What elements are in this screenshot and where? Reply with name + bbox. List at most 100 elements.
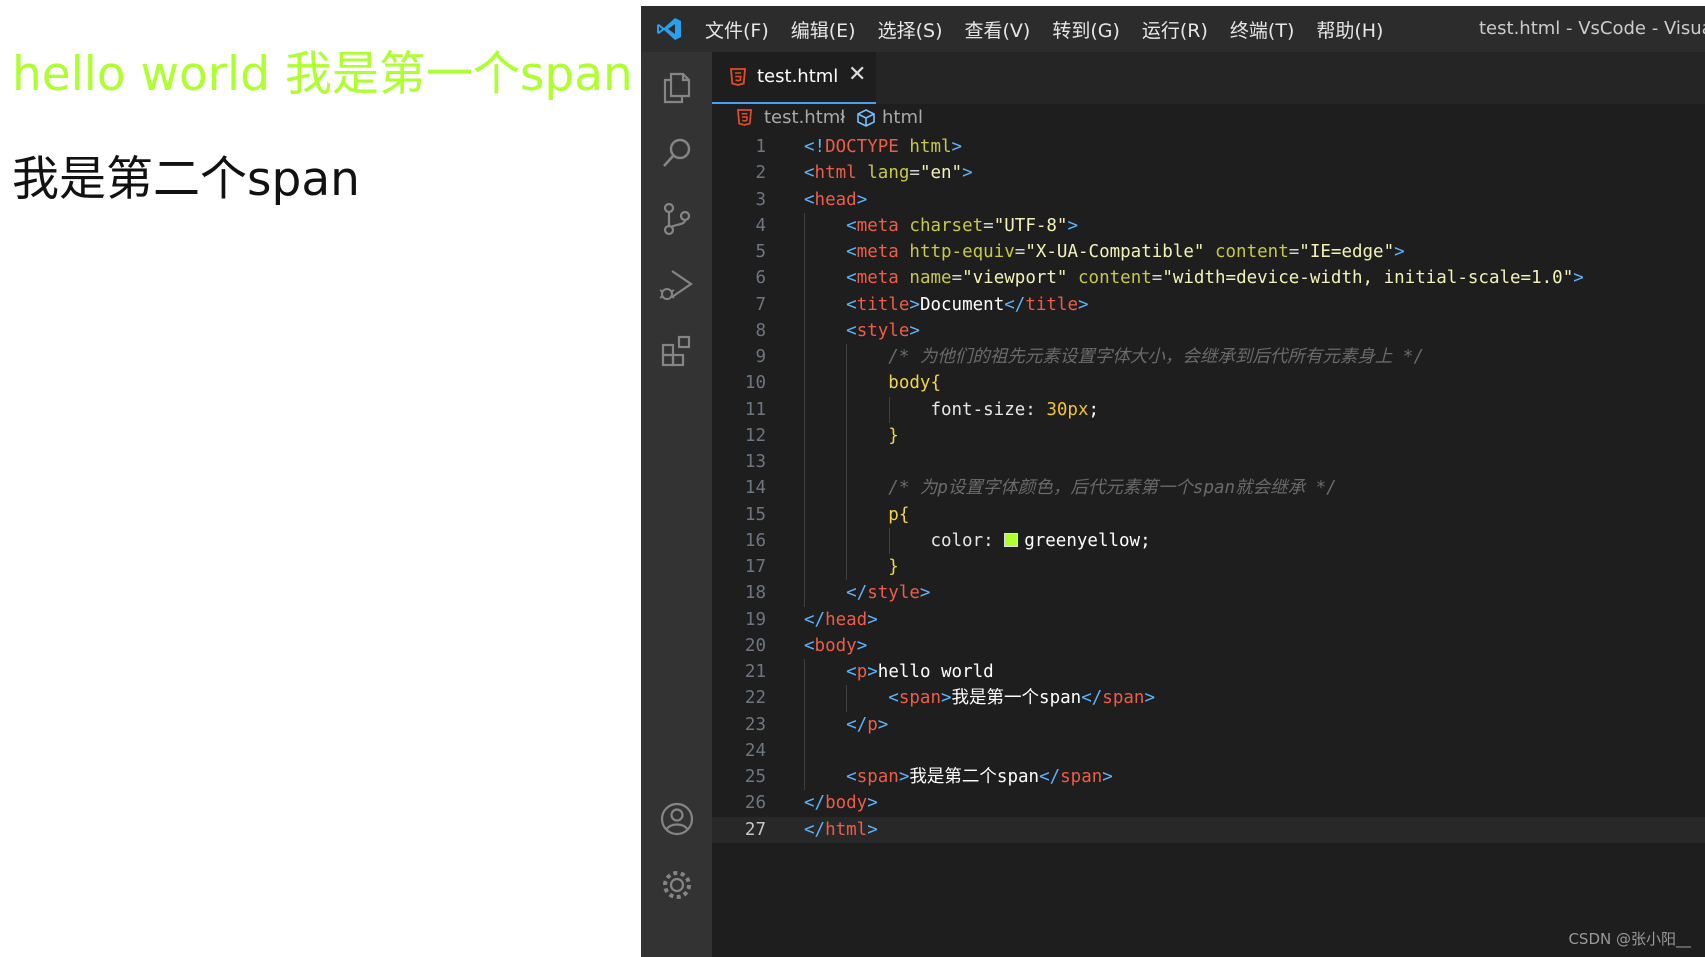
account-icon[interactable] <box>658 800 696 838</box>
breadcrumb-node[interactable]: html <box>882 107 923 128</box>
indent-guide <box>846 685 848 712</box>
line-number: 1 <box>755 137 766 157</box>
menu-item[interactable]: 编辑(E) <box>791 16 856 43</box>
code-text: /* 为p设置字体颜色，后代元素第一个span就会继承 */ <box>804 478 1337 499</box>
breadcrumb-file[interactable]: test.html <box>764 107 845 128</box>
code-line[interactable]: 14 /* 为p设置字体颜色，后代元素第一个span就会继承 */ <box>712 475 1705 501</box>
code-line[interactable]: 19 </head> <box>712 607 1705 633</box>
preview-paragraph-text: hello world <box>12 47 285 102</box>
code-line[interactable]: 6 <meta name="viewport" content="width=d… <box>712 265 1705 291</box>
settings-gear-icon[interactable] <box>658 866 696 904</box>
menu-item[interactable]: 选择(S) <box>878 16 943 43</box>
menu-item[interactable]: 帮助(H) <box>1316 16 1383 43</box>
code-line[interactable]: 22 <span>我是第一个span</span> <box>712 685 1705 711</box>
line-number: 11 <box>744 399 766 420</box>
line-number: 7 <box>755 294 766 315</box>
line-number: 3 <box>755 189 766 210</box>
tab-close-icon[interactable]: ✕ <box>848 62 866 87</box>
line-number: 17 <box>744 557 766 577</box>
code-text: body{ <box>888 373 941 394</box>
code-line[interactable]: 7 <title>Document</title> <box>712 292 1705 318</box>
line-number: 2 <box>755 163 766 184</box>
window-title: test.html - VsCode - Visual S <box>1479 18 1705 39</box>
line-number: 22 <box>744 688 766 709</box>
code-line[interactable]: 16 color: greenyellow; <box>712 528 1705 554</box>
tab-test-html[interactable]: test.html ✕ <box>712 52 876 104</box>
code-line[interactable]: 23 </p> <box>712 712 1705 738</box>
code-text: </html> <box>804 819 878 840</box>
line-number: 6 <box>755 268 766 289</box>
code-line[interactable]: 20 <body> <box>712 633 1705 659</box>
code-text: } <box>888 425 899 446</box>
line-number: 18 <box>744 583 766 604</box>
run-debug-icon[interactable] <box>658 266 696 304</box>
preview-second-span: 我是第二个span <box>12 152 360 207</box>
vscode-window: 文件(F) 编辑(E) 选择(S) 查看(V) 转到(G) 运行(R) 终端(T) 帮助(H)… <box>641 6 1705 957</box>
menu-item[interactable]: 文件(F) <box>705 16 769 43</box>
tab-bar: test.html ✕ <box>712 52 1705 104</box>
color-swatch-icon[interactable] <box>1004 532 1019 547</box>
code-editor[interactable]: 1 <!DOCTYPE html> 2 <html lang="en"> 3 <head>… <box>712 134 1705 957</box>
code-text: <style> <box>846 320 920 341</box>
code-line[interactable]: 5 <meta http-equiv="X-UA-Compatible" con… <box>712 239 1705 265</box>
code-text: </head> <box>804 609 878 630</box>
element-cube-icon <box>857 109 875 127</box>
line-number: 24 <box>744 740 766 761</box>
line-number: 13 <box>744 452 766 472</box>
code-text: <p>hello world <box>846 662 994 682</box>
code-line[interactable]: 25 <span>我是第二个span</span> <box>712 764 1705 790</box>
menu-item[interactable]: 转到(G) <box>1052 16 1120 43</box>
line-number: 25 <box>744 767 766 787</box>
breadcrumb: test.html › html <box>712 104 1705 134</box>
menu-item[interactable]: 终端(T) <box>1230 16 1294 43</box>
code-line[interactable]: 10 body{ <box>712 370 1705 396</box>
activity-bar <box>641 52 712 957</box>
code-line[interactable]: 12 } <box>712 423 1705 449</box>
code-text: color: greenyellow; <box>930 530 1151 551</box>
code-line[interactable]: 8 <style> <box>712 318 1705 344</box>
line-number: 19 <box>744 609 766 630</box>
line-number: 12 <box>744 425 766 446</box>
code-line[interactable]: 18 </style> <box>712 580 1705 606</box>
line-number: 14 <box>744 478 766 499</box>
html5-icon <box>737 109 752 126</box>
extensions-icon[interactable] <box>658 332 696 370</box>
code-line[interactable]: 4 <meta charset="UTF-8"> <box>712 213 1705 239</box>
line-number: 9 <box>755 347 766 367</box>
code-line[interactable]: 9 /* 为他们的祖先元素设置字体大小，会继承到后代所有元素身上 */ <box>712 344 1705 370</box>
code-line[interactable]: 2 <html lang="en"> <box>712 160 1705 186</box>
menu-item[interactable]: 运行(R) <box>1142 16 1208 43</box>
code-line[interactable]: 15 p{ <box>712 502 1705 528</box>
code-text: <head> <box>804 189 868 210</box>
indent-guide <box>888 527 890 554</box>
html5-icon <box>730 68 746 86</box>
code-text: <meta http-equiv="X-UA-Compatible" conte… <box>846 242 1405 262</box>
code-text: <span>我是第二个span</span> <box>846 767 1113 787</box>
line-number: 10 <box>744 373 766 394</box>
menu-bar: 文件(F) 编辑(E) 选择(S) 查看(V) 转到(G) 运行(R) 终端(T) 帮助(H) <box>705 6 1405 52</box>
code-text: </body> <box>804 793 878 814</box>
line-number: 4 <box>755 215 766 236</box>
code-line[interactable]: 11 font-size: 30px; <box>712 397 1705 423</box>
line-number: 16 <box>744 530 766 551</box>
menu-item[interactable]: 查看(V) <box>965 16 1031 43</box>
code-line[interactable]: 21 <p>hello world <box>712 659 1705 685</box>
code-line[interactable]: 1 <!DOCTYPE html> <box>712 134 1705 160</box>
preview-paragraph: hello world 我是第一个span <box>12 40 633 110</box>
code-line[interactable]: 17 } <box>712 554 1705 580</box>
code-text: font-size: 30px; <box>930 399 1100 420</box>
indent-guide <box>888 396 890 423</box>
code-line[interactable]: 26 </body> <box>712 790 1705 816</box>
source-control-icon[interactable] <box>658 200 696 238</box>
code-line[interactable]: 24 <box>712 738 1705 764</box>
line-number: 8 <box>755 320 766 341</box>
search-icon[interactable] <box>658 134 696 172</box>
code-line[interactable]: 27 </html> <box>712 816 1705 843</box>
indent-guide <box>804 212 805 607</box>
explorer-icon[interactable] <box>658 68 696 106</box>
code-line[interactable]: 3 <head> <box>712 187 1705 213</box>
code-line[interactable]: 13 <box>712 449 1705 475</box>
code-text: } <box>888 557 899 577</box>
code-text: <span>我是第一个span</span> <box>888 688 1155 709</box>
preview-first-span: 我是第一个span <box>284 47 633 102</box>
